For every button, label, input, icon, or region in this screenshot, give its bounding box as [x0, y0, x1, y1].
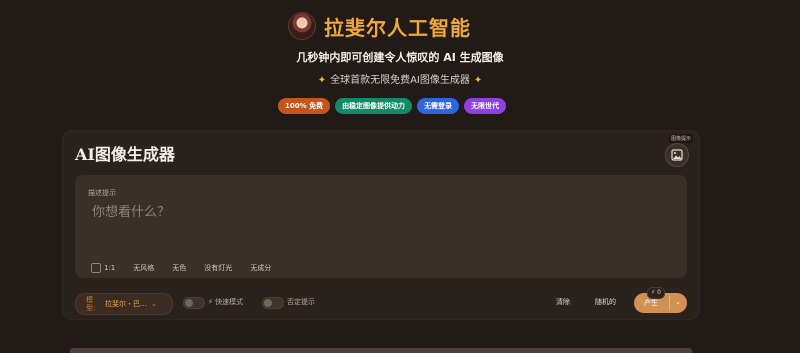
style-option[interactable]: 无风格: [133, 263, 154, 273]
generator-card: AI图像生成器 图像提示 描述提示 1:1 无风格 无色 没有灯光 无成分 模型…: [62, 130, 700, 320]
chevron-down-icon[interactable]: ⌄: [675, 298, 681, 306]
fast-mode-label: ⚡ 快速模式: [208, 297, 243, 307]
fast-mode-toggle[interactable]: [183, 297, 205, 309]
prompt-box: 描述提示 1:1 无风格 无色 没有灯光 无成分: [75, 175, 687, 278]
brand[interactable]: 拉斐尔人工智能: [288, 12, 471, 40]
clear-button[interactable]: 清除: [556, 297, 570, 307]
options-row: 1:1 无风格 无色 没有灯光 无成分: [91, 263, 271, 273]
composition-option[interactable]: 无成分: [250, 263, 271, 273]
next-section-edge: [70, 348, 692, 353]
generate-label: 产生: [644, 299, 658, 307]
negative-prompt-label: 否定提示: [287, 298, 315, 306]
image-prompt-button[interactable]: [665, 143, 689, 167]
image-prompt-label: 图像提示: [668, 134, 693, 143]
prompt-input[interactable]: [88, 201, 676, 223]
aspect-ratio-option[interactable]: 1:1: [91, 263, 115, 273]
sparkle-icon: ✦: [317, 75, 327, 86]
aspect-ratio-icon: [91, 263, 101, 273]
tagline: 几秒钟内即可创建令人惊叹的 AI 生成图像: [296, 51, 504, 64]
chevron-down-icon: ⌄: [151, 300, 157, 308]
sparkle-icon: ✦: [473, 75, 483, 86]
badge-row: 100% 免费 由稳定图像提供动力 无需登录 无限世代: [278, 98, 507, 114]
controls-row: 模型: 拉斐尔・巴… ⌄ ⚡ 快速模式 否定提示 清除 随机的 产生 ⌄ ⚡ 0: [75, 287, 687, 315]
badge-no-login: 无需登录: [417, 98, 460, 114]
badge-free: 100% 免费: [278, 98, 331, 114]
aspect-ratio-label: 1:1: [104, 264, 116, 272]
prompt-label: 描述提示: [88, 189, 116, 197]
subtitle-row: ✦ 全球首款无限免费AI图像生成器 ✦: [0, 71, 800, 86]
generate-count-badge: ⚡ 0: [647, 287, 665, 299]
model-value: 拉斐尔・巴…: [105, 300, 147, 308]
negative-prompt-toggle[interactable]: [262, 297, 284, 309]
model-select[interactable]: 模型: 拉斐尔・巴… ⌄: [75, 293, 173, 315]
generator-title: AI图像生成器: [75, 145, 175, 164]
brand-title: 拉斐尔人工智能: [324, 15, 471, 40]
lighting-option[interactable]: 没有灯光: [204, 263, 232, 273]
subtitle: 全球首款无限免费AI图像生成器: [330, 75, 470, 86]
lightning-icon: ⚡: [208, 298, 213, 306]
badge-powered: 由稳定图像提供动力: [335, 98, 413, 114]
badge-unlimited: 无限世代: [464, 98, 507, 114]
image-icon: [671, 149, 683, 161]
fast-mode-text: 快速模式: [215, 298, 244, 306]
generate-divider: [669, 296, 670, 310]
random-button[interactable]: 随机的: [595, 297, 616, 307]
logo-avatar: [288, 12, 316, 40]
model-label: 模型:: [86, 296, 96, 312]
color-option[interactable]: 无色: [172, 263, 186, 273]
generate-count: 0: [657, 289, 661, 296]
